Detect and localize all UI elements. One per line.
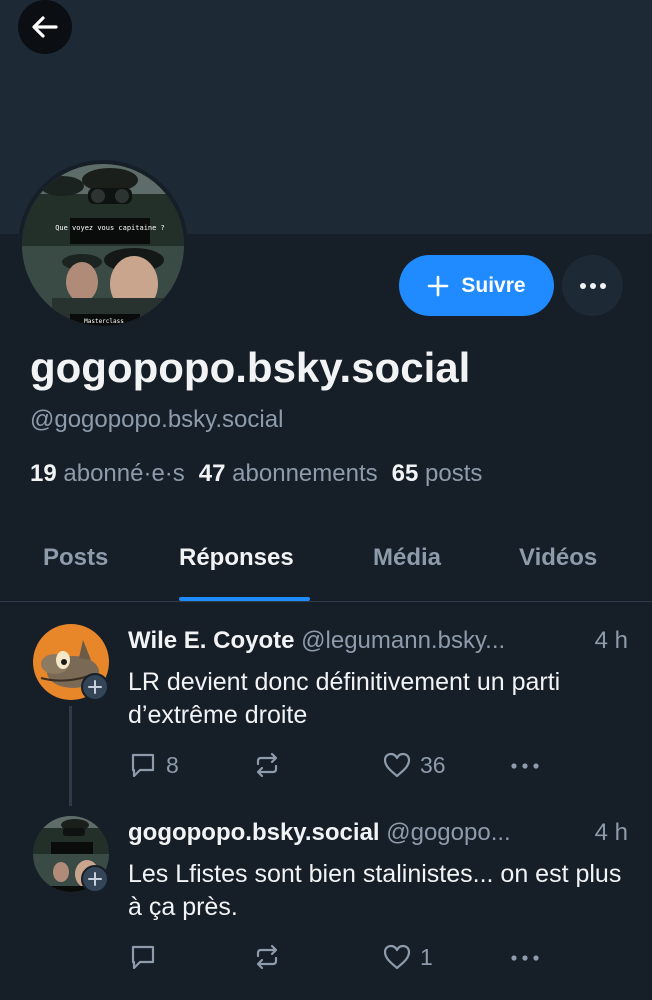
followers-stat[interactable]: 19 abonné·e·s (30, 460, 185, 487)
like-button[interactable]: 36 (382, 750, 446, 780)
followers-label: abonné·e·s (63, 460, 185, 487)
tab-replies[interactable]: Réponses (179, 544, 294, 572)
following-count: 47 (198, 460, 226, 487)
posts-label: posts (425, 460, 483, 487)
ellipsis-icon (579, 282, 606, 289)
like-button[interactable]: 1 (382, 942, 433, 972)
follow-author-button[interactable] (81, 865, 109, 893)
profile-display-name: gogopopo.bsky.social (30, 344, 471, 391)
avatar-caption-top: Que voyez vous capitaine ? (55, 224, 165, 232)
tab-media[interactable]: Média (373, 544, 441, 572)
posts-count: 65 (391, 460, 419, 487)
post-author-handle[interactable]: @gogopo... (386, 819, 510, 846)
tab-videos[interactable]: Vidéos (519, 544, 597, 572)
profile-stats: 19 abonné·e·s 47 abonnements 65 posts (30, 460, 482, 488)
follow-button[interactable]: Suivre (399, 255, 554, 316)
post-header: gogopopo.bsky.social @gogopo... 4 h (128, 819, 628, 847)
profile-tabs: Posts Réponses Média Vidéos (0, 520, 652, 602)
repost-icon (256, 752, 278, 778)
reply-button[interactable] (128, 942, 166, 972)
following-label: abonnements (232, 460, 378, 487)
arrow-left-icon (32, 16, 58, 38)
post-text: LR devient donc définitivement un parti … (128, 668, 561, 729)
heart-icon (383, 752, 411, 778)
thread-line (69, 706, 72, 806)
reply-count: 8 (166, 751, 179, 778)
post-timestamp[interactable]: 4 h (590, 627, 628, 655)
plus-icon (88, 872, 102, 886)
tab-posts[interactable]: Posts (43, 544, 108, 572)
heart-icon (383, 944, 411, 970)
back-button[interactable] (18, 0, 72, 54)
post-actions: 1 (128, 942, 628, 976)
repost-button[interactable] (252, 750, 290, 780)
comment-icon (131, 753, 155, 778)
repost-icon (256, 944, 278, 970)
followers-count: 19 (30, 460, 57, 487)
follow-author-button[interactable] (81, 673, 109, 701)
profile-handle: @gogopopo.bsky.social (30, 406, 284, 433)
repost-button[interactable] (252, 942, 290, 972)
plus-icon (88, 680, 102, 694)
ellipsis-icon (511, 763, 539, 769)
post-actions: 8 36 (128, 750, 628, 784)
like-count: 36 (420, 751, 446, 778)
profile-avatar[interactable]: Que voyez vous capitaine ? Masterclass (18, 160, 188, 330)
ellipsis-icon (511, 955, 539, 961)
post-more-button[interactable] (510, 762, 540, 770)
post-author-handle[interactable]: @legumann.bsky... (301, 627, 505, 654)
post-author-name[interactable]: Wile E. Coyote (128, 627, 294, 654)
comment-icon (131, 945, 155, 970)
like-count: 1 (420, 943, 433, 970)
more-options-button[interactable] (562, 255, 623, 316)
follow-label: Suivre (461, 273, 526, 297)
following-stat[interactable]: 47 abonnements (199, 460, 378, 487)
post-timestamp[interactable]: 4 h (590, 819, 628, 847)
post-author-name[interactable]: gogopopo.bsky.social (128, 819, 380, 846)
post-header: Wile E. Coyote @legumann.bsky... 4 h (128, 627, 628, 655)
reply-button[interactable]: 8 (128, 750, 179, 780)
post-more-button[interactable] (510, 954, 540, 962)
avatar-caption-bottom: Masterclass (84, 318, 124, 325)
plus-icon (428, 275, 449, 296)
active-tab-indicator (179, 597, 310, 601)
post-text: Les Lfistes sont bien stalinistes... on … (128, 860, 622, 921)
posts-stat: 65 posts (392, 460, 483, 487)
